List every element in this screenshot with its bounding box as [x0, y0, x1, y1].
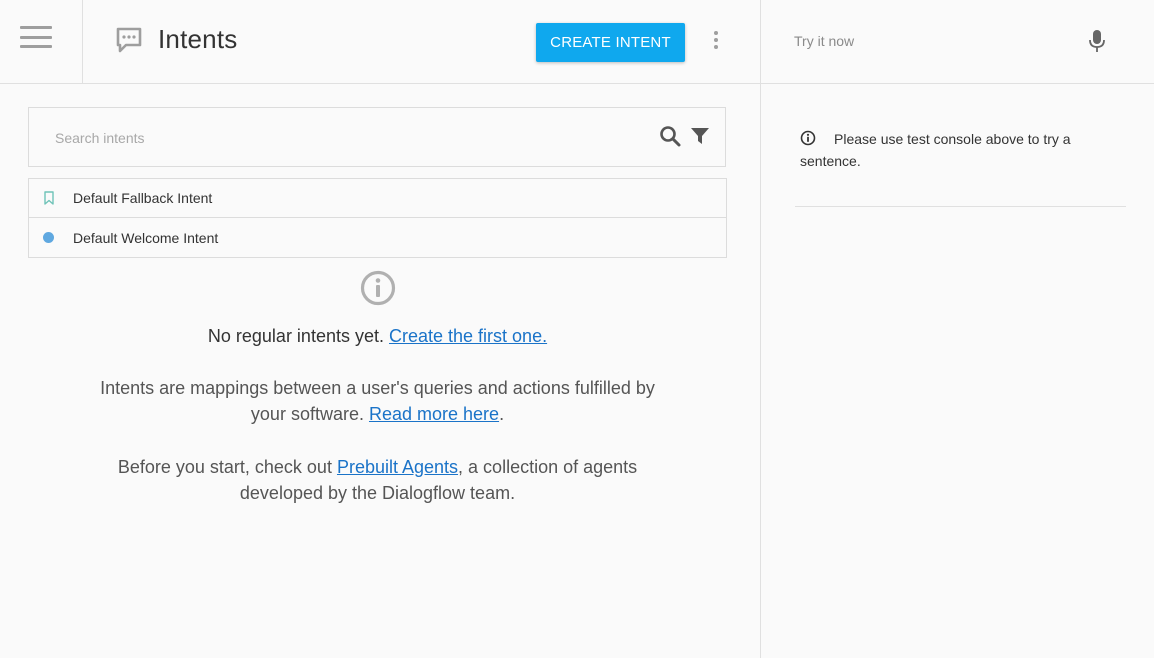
chat-bubble-icon — [116, 27, 142, 52]
console-message: Please use test console above to try a s… — [800, 128, 1120, 172]
menu-button[interactable] — [0, 0, 83, 84]
intents-description-suffix: . — [499, 404, 505, 424]
info-icon — [360, 270, 395, 306]
more-vertical-icon[interactable] — [708, 28, 724, 52]
microphone-icon[interactable] — [1087, 28, 1107, 54]
page-title: Intents — [158, 24, 238, 54]
try-it-bar — [761, 0, 1154, 84]
intent-row-default-welcome[interactable]: Default Welcome Intent — [29, 218, 726, 257]
try-it-input[interactable] — [794, 30, 1074, 52]
hamburger-icon — [20, 26, 52, 48]
divider — [795, 206, 1126, 207]
prebuilt-agents-link[interactable]: Prebuilt Agents — [337, 457, 458, 477]
empty-state: No regular intents yet. Create the first… — [28, 270, 727, 506]
prebuilt-description-prefix: Before you start, check out — [117, 457, 332, 477]
filter-icon[interactable] — [690, 126, 710, 146]
search-icon[interactable] — [658, 124, 682, 148]
console-message-text: Please use test console above to try a s… — [800, 131, 1071, 169]
intent-list: Default Fallback Intent Default Welcome … — [28, 178, 727, 258]
empty-state-title: No regular intents yet. Create the first… — [28, 326, 727, 347]
create-intent-button[interactable]: CREATE INTENT — [536, 23, 685, 62]
title-wrap: Intents — [114, 24, 237, 55]
intent-label: Default Welcome Intent — [73, 229, 219, 246]
prebuilt-description: Before you start, check out Prebuilt Age… — [28, 454, 727, 506]
info-small-icon — [800, 130, 816, 146]
test-console-panel: Please use test console above to try a s… — [760, 0, 1154, 658]
bookmark-icon — [44, 191, 54, 205]
create-first-link[interactable]: Create the first one. — [389, 326, 547, 346]
read-more-link[interactable]: Read more here — [369, 404, 499, 424]
app-root: Intents CREATE INTENT Default Fallback I… — [0, 0, 1154, 658]
search-input[interactable] — [55, 126, 615, 150]
dot-icon — [43, 232, 54, 243]
header: Intents CREATE INTENT — [0, 0, 760, 84]
intent-row-default-fallback[interactable]: Default Fallback Intent — [29, 179, 726, 218]
intents-description: Intents are mappings between a user's qu… — [28, 375, 727, 427]
intent-label: Default Fallback Intent — [73, 190, 213, 206]
search-box — [28, 107, 726, 167]
empty-state-text: No regular intents yet. — [207, 326, 384, 346]
